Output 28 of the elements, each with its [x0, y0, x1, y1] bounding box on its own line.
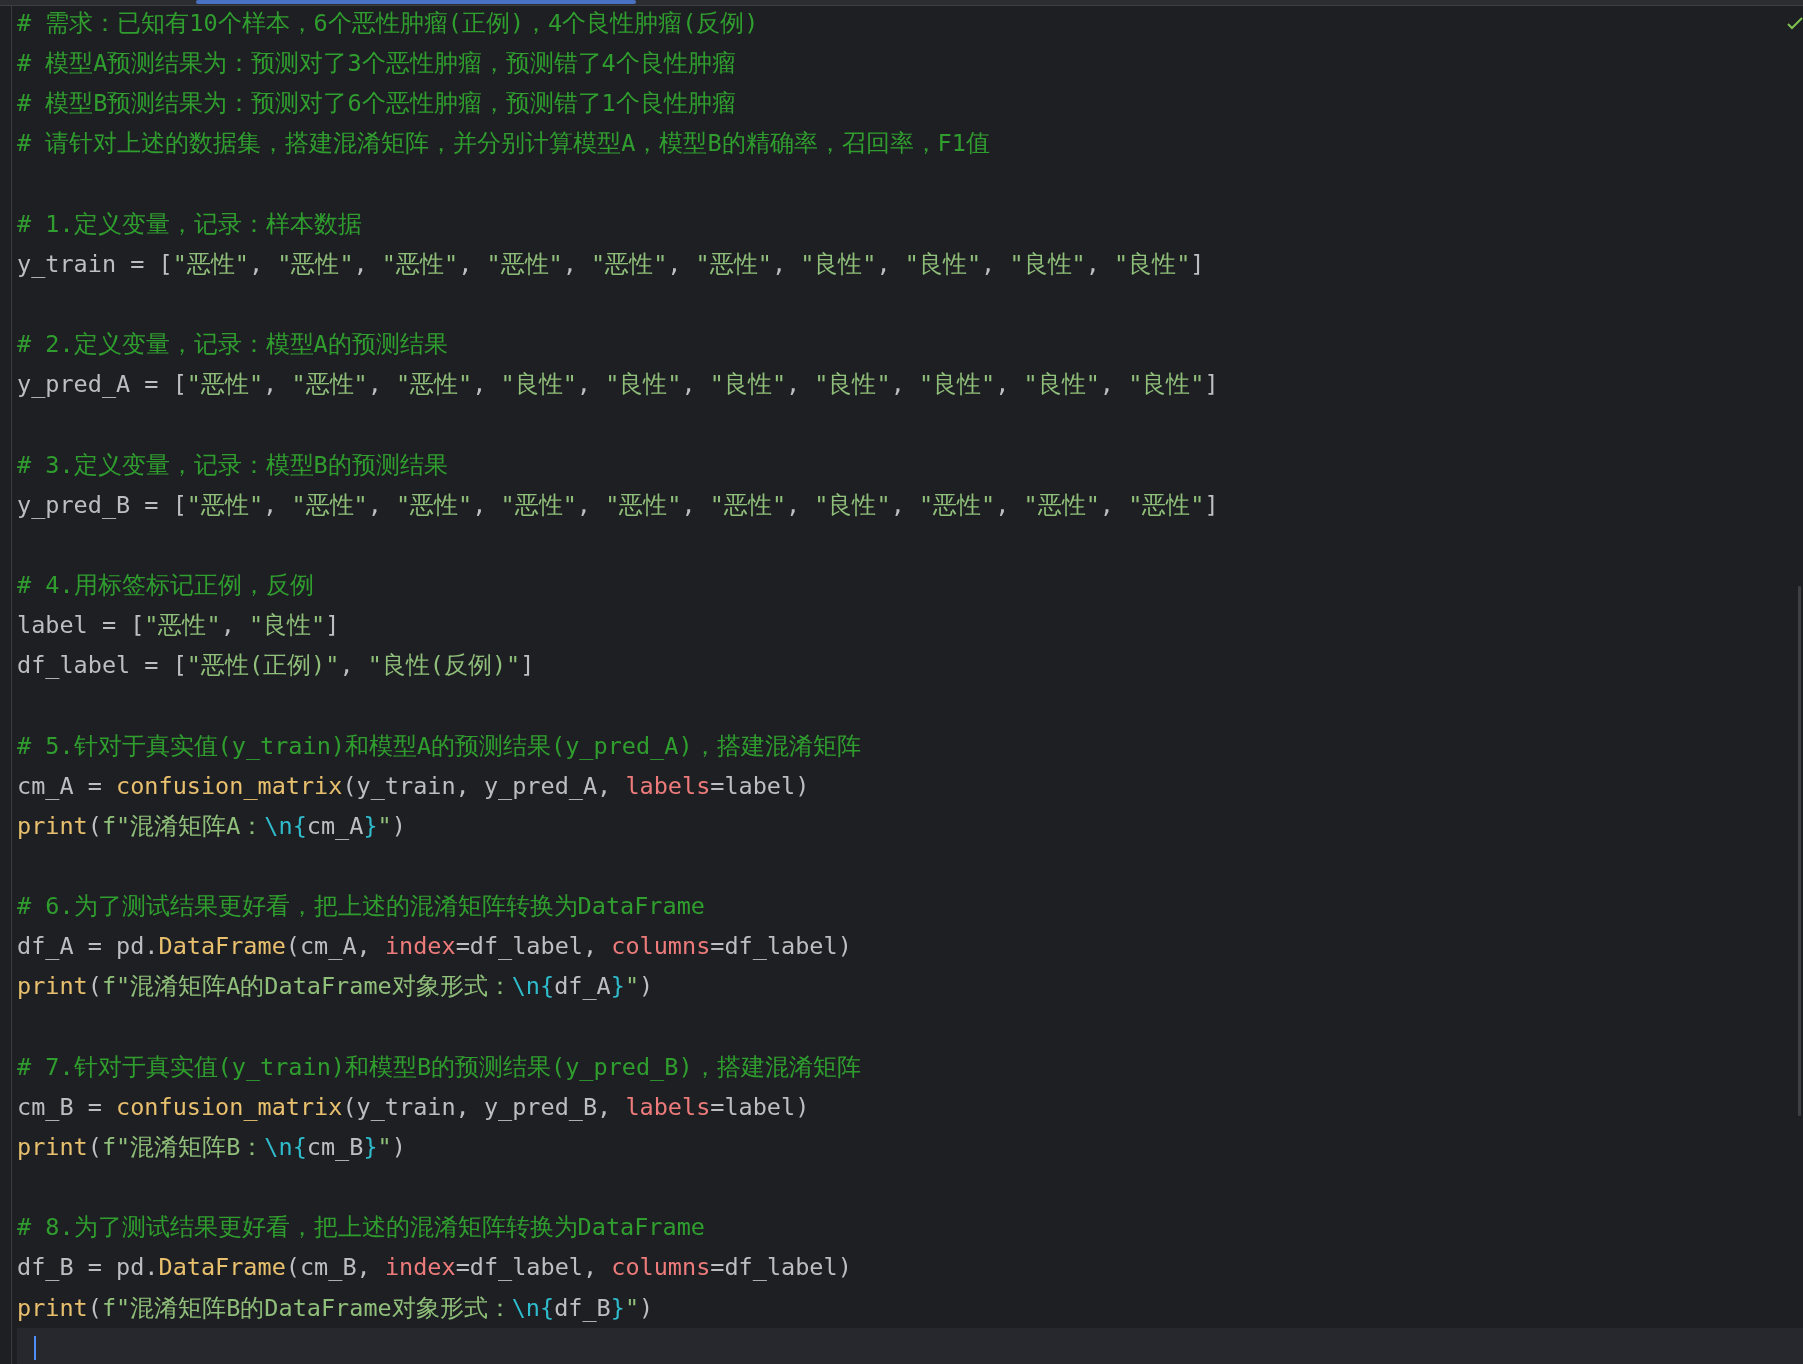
code-line: y_pred_B = ["恶性", "恶性", "恶性", "恶性", "恶性", "恶性", "良性", "恶性", "恶性", "恶性"] [17, 489, 1219, 521]
code-line: y_train = ["恶性", "恶性", "恶性", "恶性", "恶性", "恶性", "良性", "良性", "良性", "良性"] [17, 248, 1205, 280]
code-line: print(f"混淆矩阵A：\n{cm_A}") [17, 810, 406, 842]
check-icon[interactable] [1787, 16, 1803, 30]
code-line: df_label = ["恶性(正例)", "良性(反例)"] [17, 650, 535, 682]
scroll-thumb[interactable] [196, 0, 636, 4]
code-comment: # 5.针对于真实值(y_train)和模型A的预测结果(y_pred_A)，搭建混淆矩阵 [17, 730, 861, 762]
code-line: df_B = pd.DataFrame(cm_B, index=df_label, columns=df_label) [17, 1252, 852, 1284]
code-comment: # 3.定义变量，记录：模型B的预测结果 [17, 449, 448, 481]
code-comment: # 需求：已知有10个样本，6个恶性肿瘤(正例)，4个良性肿瘤(反例) [17, 8, 759, 39]
code-comment: # 8.为了测试结果更好看，把上述的混淆矩阵转换为DataFrame [17, 1212, 705, 1244]
code-comment: # 6.为了测试结果更好看，把上述的混淆矩阵转换为DataFrame [17, 891, 705, 923]
code-comment: # 模型A预测结果为：预测对了3个恶性肿瘤，预测错了4个良性肿瘤 [17, 48, 736, 80]
code-line: print(f"混淆矩阵B的DataFrame对象形式：\n{df_B}") [17, 1292, 654, 1324]
code-line: print(f"混淆矩阵B：\n{cm_B}") [17, 1131, 406, 1163]
code-comment: # 1.定义变量，记录：样本数据 [17, 208, 362, 240]
code-comment: # 2.定义变量，记录：模型A的预测结果 [17, 329, 448, 361]
code-line: print(f"混淆矩阵A的DataFrame对象形式：\n{df_A}") [17, 971, 654, 1003]
code-line: label = ["恶性", "良性"] [17, 610, 340, 642]
code-comment: # 模型B预测结果为：预测对了6个恶性肿瘤，预测错了1个良性肿瘤 [17, 88, 736, 120]
code-comment: # 4.用标签标记正例，反例 [17, 569, 314, 601]
code-comment: # 请针对上述的数据集，搭建混淆矩阵，并分别计算模型A，模型B的精确率，召回率，F1值 [17, 128, 990, 160]
code-line: cm_B = confusion_matrix(y_train, y_pred_B, labels=label) [17, 1091, 810, 1123]
scroll-thumb[interactable] [1798, 586, 1801, 1116]
code-comment: # 7.针对于真实值(y_train)和模型B的预测结果(y_pred_B)，搭建混淆矩阵 [17, 1051, 861, 1083]
code-line: cm_A = confusion_matrix(y_train, y_pred_A, labels=label) [17, 770, 810, 802]
code-line: y_pred_A = ["恶性", "恶性", "恶性", "良性", "良性", "良性", "良性", "良性", "良性", "良性"] [17, 369, 1219, 401]
code-line: df_A = pd.DataFrame(cm_A, index=df_label, columns=df_label) [17, 931, 852, 963]
